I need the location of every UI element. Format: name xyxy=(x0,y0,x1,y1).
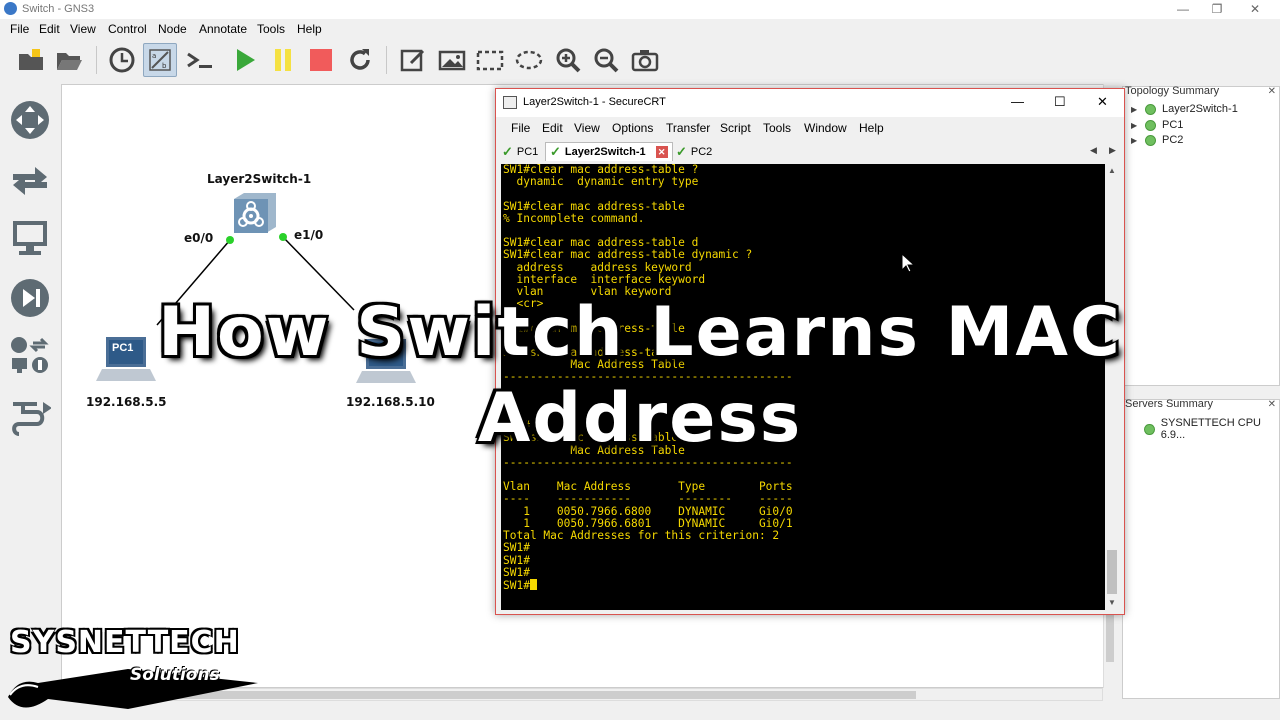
sysnettech-logo: SYSNETTECH Solutions xyxy=(8,625,318,717)
securecrt-title-bar: Layer2Switch-1 - SecureCRT — ☐ ✕ xyxy=(496,89,1124,117)
logo-tagline: Solutions xyxy=(130,665,220,685)
switches-icon[interactable] xyxy=(8,158,52,202)
suspend-all-icon[interactable] xyxy=(266,43,300,77)
mouse-cursor-icon xyxy=(901,252,916,276)
status-dot-icon xyxy=(1145,134,1156,146)
zoom-out-icon[interactable] xyxy=(589,43,623,77)
tab-scroll-right-icon[interactable]: ▶ xyxy=(1109,145,1116,156)
tab-pc2[interactable]: ✓ PC2 xyxy=(672,142,716,161)
routers-icon[interactable] xyxy=(8,98,52,142)
overlay-title-line-1: How Switch Learns MAC xyxy=(158,293,1122,372)
crt-menu-tools[interactable]: Tools xyxy=(763,121,791,135)
connected-check-icon: ✓ xyxy=(676,143,687,159)
start-all-icon[interactable] xyxy=(228,43,262,77)
menu-help[interactable]: Help xyxy=(297,22,322,36)
securecrt-tab-bar: ✓ PC1 ✓ Layer2Switch-1 ✕ ✓ PC2 ◀ ▶ xyxy=(496,140,1124,162)
crt-menu-transfer[interactable]: Transfer xyxy=(666,121,710,135)
switch-label: Layer2Switch-1 xyxy=(207,172,312,186)
expand-arrow-icon[interactable]: ▶ xyxy=(1131,105,1139,114)
securecrt-maximize-button[interactable]: ☐ xyxy=(1054,94,1066,110)
menu-view[interactable]: View xyxy=(70,22,96,36)
dock-close-icon[interactable]: ✕ xyxy=(1268,86,1276,97)
menu-file[interactable]: File xyxy=(10,22,29,36)
svg-text:b: b xyxy=(162,62,167,70)
draw-rectangle-icon[interactable] xyxy=(473,43,507,77)
snapshot-clock-icon[interactable] xyxy=(105,43,139,77)
show-interface-labels-icon[interactable]: ab xyxy=(143,43,177,77)
tree-item-pc1[interactable]: ▶ PC1 xyxy=(1131,119,1183,131)
menu-control[interactable]: Control xyxy=(108,22,147,36)
overlay-title-line-2: Address xyxy=(477,379,803,458)
tree-item-pc2[interactable]: ▶ PC2 xyxy=(1131,134,1183,146)
open-folder-icon[interactable] xyxy=(52,43,86,77)
draw-ellipse-icon[interactable] xyxy=(512,43,546,77)
status-dot-icon xyxy=(1145,103,1156,115)
window-title: Switch - GNS3 xyxy=(22,3,95,15)
securecrt-minimize-button[interactable]: — xyxy=(1011,94,1024,109)
console-all-icon[interactable] xyxy=(183,43,217,77)
port-label-e0-0: e0/0 xyxy=(184,231,214,245)
securecrt-app-icon xyxy=(503,96,517,109)
stop-all-icon[interactable] xyxy=(304,43,338,77)
menu-edit[interactable]: Edit xyxy=(39,22,60,36)
crt-menu-edit[interactable]: Edit xyxy=(542,121,563,135)
screenshot-icon[interactable] xyxy=(628,43,662,77)
restore-button[interactable]: ❐ xyxy=(1202,1,1232,17)
tab-close-icon[interactable]: ✕ xyxy=(655,146,668,158)
svg-text:a: a xyxy=(152,52,156,60)
menu-bar: File Edit View Control Node Annotate Too… xyxy=(0,19,1280,39)
menu-tools[interactable]: Tools xyxy=(257,22,285,36)
zoom-in-icon[interactable] xyxy=(551,43,585,77)
gns3-app-icon xyxy=(4,2,17,15)
logo-brand: SYSNETTECH xyxy=(10,625,240,660)
tab-scroll-left-icon[interactable]: ◀ xyxy=(1090,145,1097,156)
crt-menu-window[interactable]: Window xyxy=(804,121,847,135)
switch-node-icon[interactable] xyxy=(230,191,278,235)
connected-check-icon: ✓ xyxy=(550,144,561,159)
menu-node[interactable]: Node xyxy=(158,22,187,36)
menu-annotate[interactable]: Annotate xyxy=(199,22,247,36)
crt-menu-view[interactable]: View xyxy=(574,121,600,135)
scroll-down-icon[interactable]: ▼ xyxy=(1108,598,1116,607)
securecrt-close-button[interactable]: ✕ xyxy=(1097,94,1108,110)
expand-arrow-icon[interactable]: ▶ xyxy=(1131,121,1139,130)
reload-all-icon[interactable] xyxy=(343,43,377,77)
video-title-overlay: How Switch Learns MAC Address xyxy=(0,290,1280,462)
minimize-button[interactable]: — xyxy=(1168,1,1198,17)
port-label-e1-0: e1/0 xyxy=(294,228,324,242)
tab-pc1[interactable]: ✓ PC1 xyxy=(498,142,542,161)
gns3-title-bar: Switch - GNS3 — ❐ ✕ xyxy=(0,0,1280,19)
open-project-icon[interactable] xyxy=(14,43,48,77)
main-toolbar: ab xyxy=(0,40,1280,82)
securecrt-title: Layer2Switch-1 - SecureCRT xyxy=(523,96,666,108)
terminal-cursor xyxy=(529,578,537,590)
crt-menu-options[interactable]: Options xyxy=(612,121,653,135)
close-button[interactable]: ✕ xyxy=(1240,1,1270,17)
insert-image-icon[interactable] xyxy=(435,43,469,77)
status-dot-icon xyxy=(1145,119,1156,131)
topology-summary-title: Topology Summary xyxy=(1125,85,1220,97)
crt-menu-script[interactable]: Script xyxy=(720,121,751,135)
crt-menu-file[interactable]: File xyxy=(511,121,530,135)
tree-item-switch[interactable]: ▶ Layer2Switch-1 xyxy=(1131,103,1238,115)
add-note-icon[interactable] xyxy=(396,43,430,77)
connected-check-icon: ✓ xyxy=(502,143,513,159)
expand-arrow-icon[interactable]: ▶ xyxy=(1131,136,1139,145)
end-devices-icon[interactable] xyxy=(8,216,52,260)
scroll-up-icon[interactable]: ▲ xyxy=(1108,166,1116,175)
securecrt-menu-bar: File Edit View Options Transfer Script T… xyxy=(496,119,1124,139)
crt-menu-help[interactable]: Help xyxy=(859,121,884,135)
tab-layer2switch-1[interactable]: ✓ Layer2Switch-1 ✕ xyxy=(545,142,673,161)
